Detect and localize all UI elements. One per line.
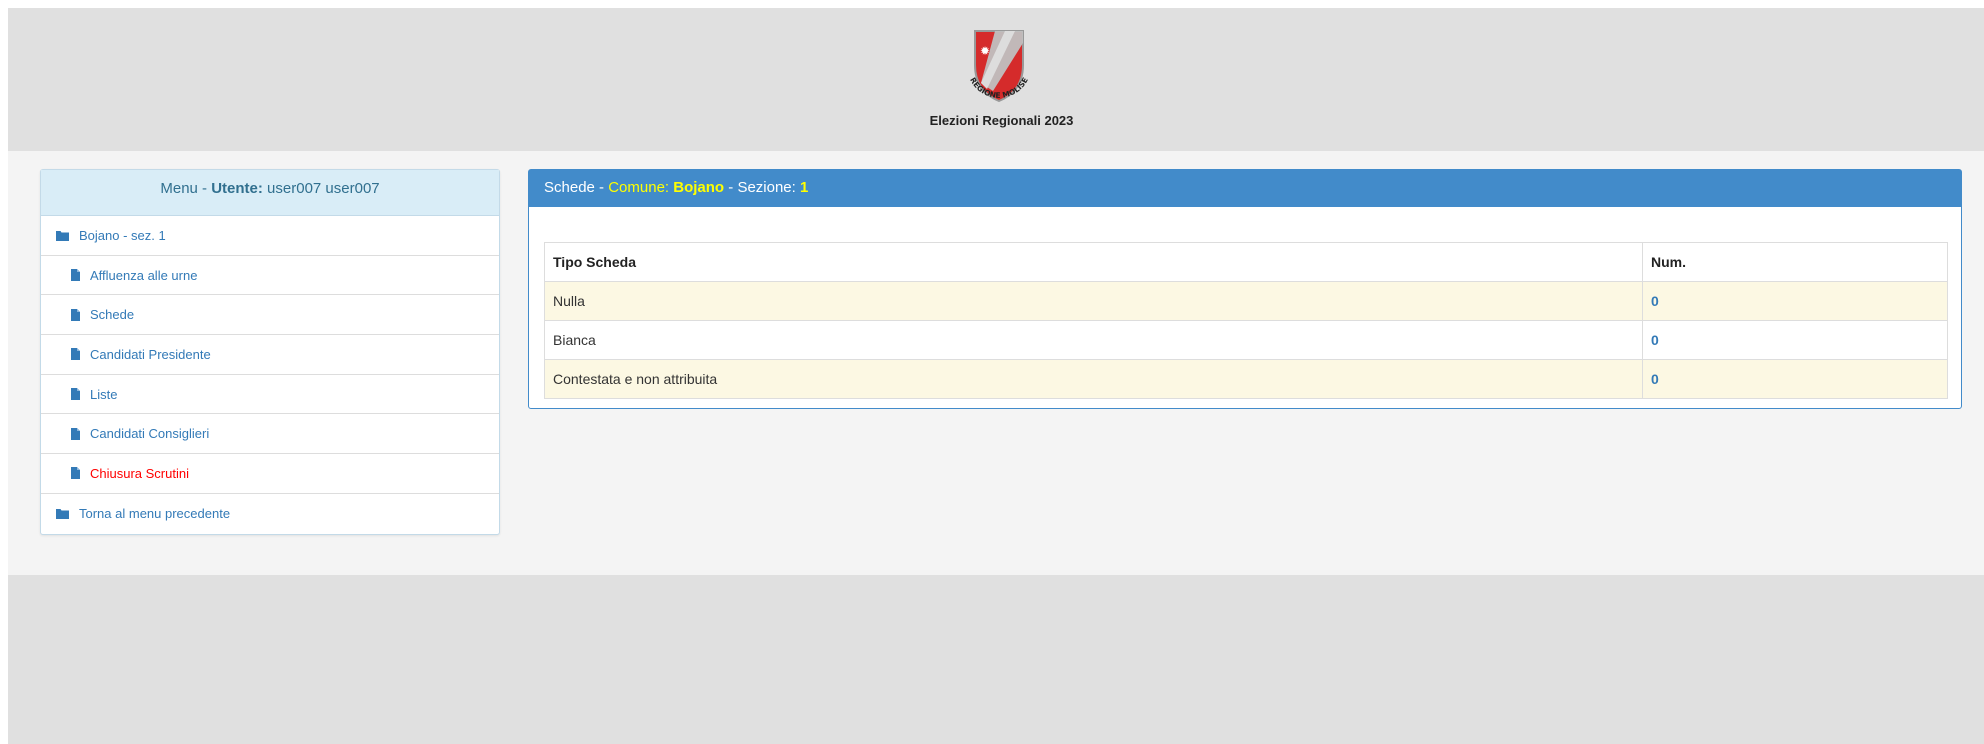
sidebar-item-bojano-sezione[interactable]: Bojano - sez. 1 — [41, 216, 499, 256]
cell-tipo-scheda: Contestata e non attribuita — [544, 359, 1643, 399]
column-header-num: Num. — [1642, 242, 1948, 282]
content-area: Menu - Utente: user007 user007 Bojano - … — [8, 151, 1984, 575]
header: ✹ REGIONE MOLISE Elezioni Regionali 2023 — [8, 8, 1984, 151]
file-icon — [71, 427, 80, 440]
sidebar-item-label: Candidati Consiglieri — [90, 426, 210, 442]
cell-tipo-scheda: Nulla — [544, 281, 1643, 321]
cell-num-link[interactable]: 0 — [1642, 320, 1948, 360]
menu-head-prefix: Menu - — [160, 180, 212, 197]
sidebar-item-label: Schede — [90, 307, 135, 323]
table-row: Contestata e non attribuita 0 — [544, 359, 1948, 399]
sidebar-item-label: Candidati Presidente — [90, 346, 211, 362]
column-header-tipo-scheda: Tipo Scheda — [544, 242, 1643, 282]
sezione-value: 1 — [799, 179, 809, 196]
sidebar-item-label: Bojano - sez. 1 — [79, 227, 166, 243]
cell-tipo-scheda: Bianca — [544, 320, 1643, 360]
page-title: Elezioni Regionali 2023 — [929, 113, 1074, 128]
sidebar-item-candidati-presidente[interactable]: Candidati Presidente — [41, 335, 499, 375]
sezione-label: - Sezione: — [724, 179, 800, 196]
regione-molise-logo: ✹ REGIONE MOLISE — [959, 25, 1039, 119]
file-icon — [71, 269, 80, 282]
page-frame: ✹ REGIONE MOLISE Elezioni Regionali 2023… — [8, 8, 1984, 744]
sidebar-item-label: Torna al menu precedente — [79, 506, 231, 522]
sidebar-item-torna-menu[interactable]: Torna al menu precedente — [41, 494, 499, 534]
user-label: Utente: — [211, 180, 263, 197]
table-header-row: Tipo Scheda Num. — [544, 242, 1948, 282]
file-icon — [71, 308, 80, 321]
comune-value: Bojano — [673, 179, 725, 196]
sidebar-menu: Menu - Utente: user007 user007 Bojano - … — [40, 169, 500, 535]
svg-text:✹: ✹ — [980, 44, 990, 58]
folder-icon — [56, 508, 69, 520]
sidebar-item-chiusura-scrutini[interactable]: Chiusura Scrutini — [41, 454, 499, 494]
file-icon — [71, 388, 80, 401]
menu-header: Menu - Utente: user007 user007 — [41, 170, 499, 216]
sidebar-item-label: Chiusura Scrutini — [90, 465, 189, 481]
schede-table: Tipo Scheda Num. Nulla 0 Bianca 0 Contes… — [544, 242, 1948, 399]
user-name: user007 user007 — [262, 180, 380, 197]
file-icon — [71, 348, 80, 361]
table-row: Nulla 0 — [544, 281, 1948, 321]
sidebar-item-candidati-consiglieri[interactable]: Candidati Consiglieri — [41, 414, 499, 455]
folder-icon — [56, 230, 69, 241]
sidebar-item-label: Affluenza alle urne — [90, 267, 198, 283]
sidebar-item-schede[interactable]: Schede — [41, 295, 499, 336]
panel-title-prefix: Schede - — [544, 179, 609, 196]
cell-num-link[interactable]: 0 — [1642, 281, 1948, 321]
table-row: Bianca 0 — [544, 320, 1948, 360]
sidebar-item-label: Liste — [90, 386, 118, 402]
cell-num-link[interactable]: 0 — [1642, 359, 1948, 399]
comune-label: Comune: — [608, 179, 674, 196]
file-icon — [71, 467, 80, 480]
sidebar-item-affluenza[interactable]: Affluenza alle urne — [41, 256, 499, 296]
sidebar-item-liste[interactable]: Liste — [41, 375, 499, 415]
schede-panel: Schede - Comune: Bojano - Sezione: 1 Tip… — [528, 169, 1962, 409]
panel-header: Schede - Comune: Bojano - Sezione: 1 — [529, 170, 1961, 207]
